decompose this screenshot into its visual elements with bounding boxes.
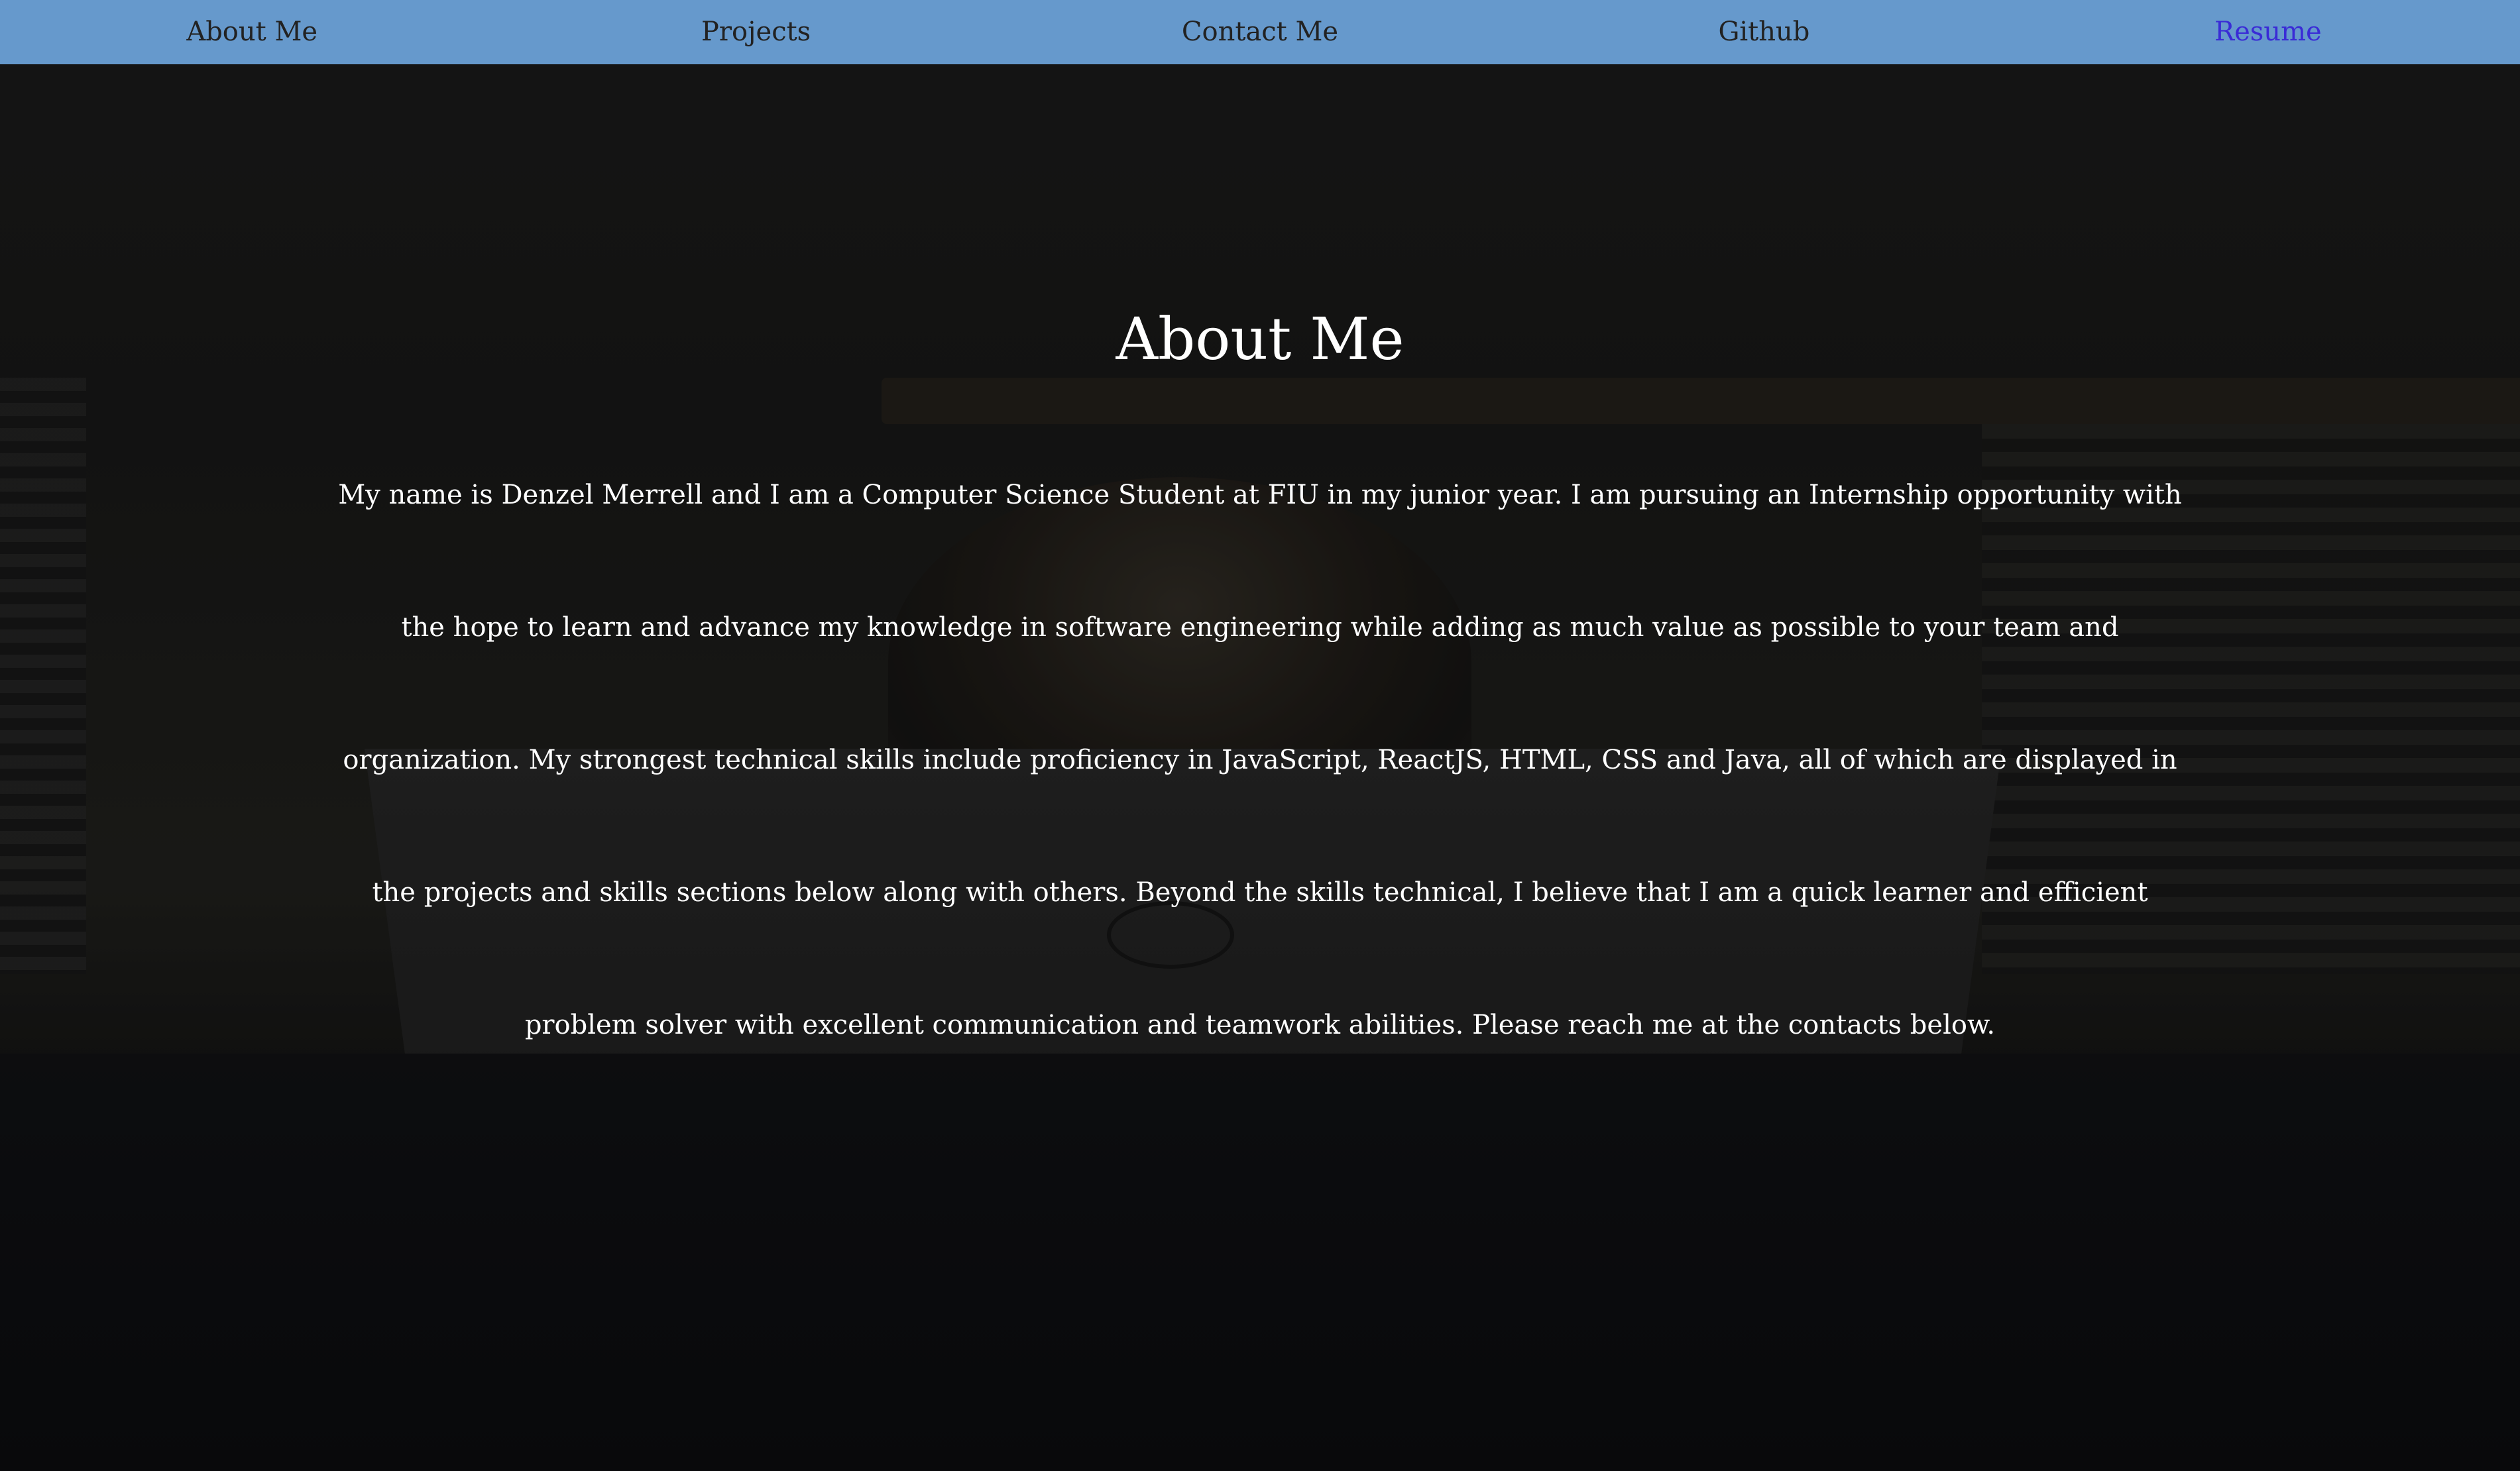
nav-link-github[interactable]: Github: [1512, 0, 2016, 64]
nav-link-contact-me[interactable]: Contact Me: [1008, 0, 1512, 64]
nav-link-projects[interactable]: Projects: [504, 0, 1007, 64]
about-section: About Me My name is Denzel Merrell and I…: [0, 64, 2520, 1091]
page: About Me Projects Contact Me Github Resu…: [0, 0, 2520, 1471]
nav-link-resume[interactable]: Resume: [2016, 0, 2520, 64]
top-nav-bar: About Me Projects Contact Me Github Resu…: [0, 0, 2520, 64]
about-paragraph: My name is Denzel Merrell and I am a Com…: [338, 480, 2182, 1040]
about-title: About Me: [1116, 305, 1404, 373]
nav-link-about-me[interactable]: About Me: [0, 0, 504, 64]
